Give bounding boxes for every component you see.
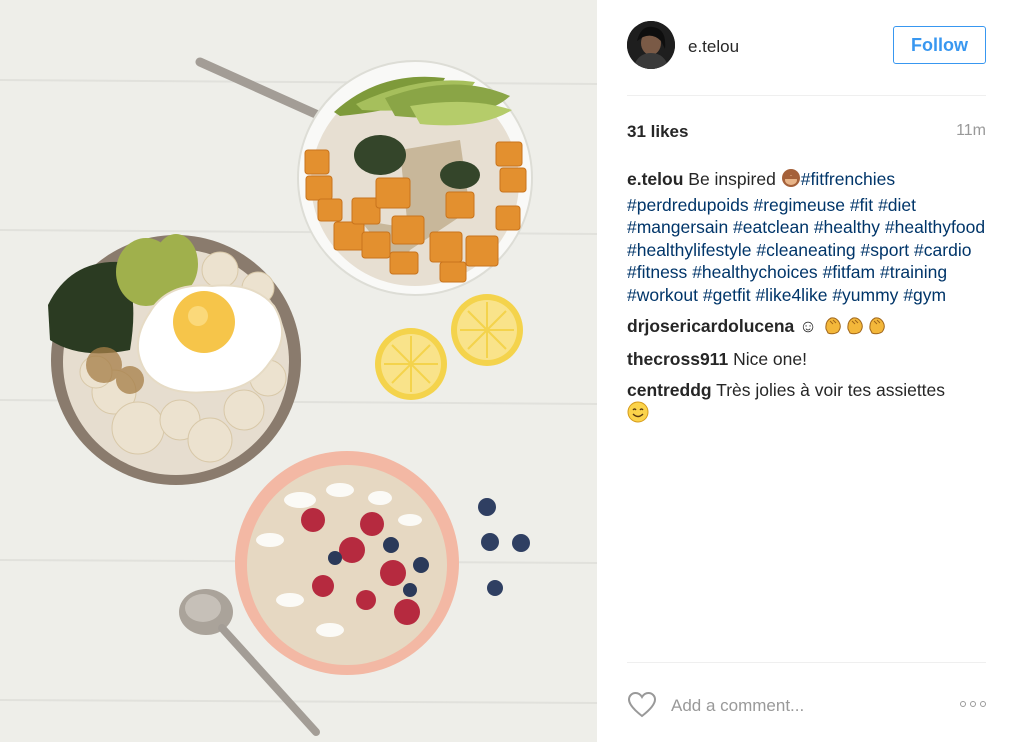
comment-text: ☺: [799, 315, 818, 336]
hashtag-link[interactable]: #fitness: [627, 262, 687, 282]
header-username[interactable]: e.telou: [688, 37, 739, 57]
post-sidebar: e.telou Follow 31 likes 11m e.telou Be i…: [597, 0, 1011, 742]
more-options-icon[interactable]: [960, 701, 986, 707]
comments-list: e.telou Be inspired #fitfrenchies #perdr…: [627, 168, 989, 437]
profile-picture: [627, 21, 675, 69]
hashtag-link[interactable]: #like4like: [755, 285, 827, 305]
comment: drjosericardolucena ☺: [627, 315, 989, 341]
caption-text: Be inspired: [688, 169, 776, 189]
hashtag-link[interactable]: #training: [880, 262, 947, 282]
hashtag-link[interactable]: #fit: [850, 195, 873, 215]
hashtag-link[interactable]: #diet: [878, 195, 916, 215]
comment: thecross911 Nice one!: [627, 348, 989, 371]
caption: e.telou Be inspired #fitfrenchies #perdr…: [627, 168, 989, 307]
likes-count[interactable]: 31 likes: [627, 122, 688, 142]
clapping-hands-icon: [844, 315, 866, 341]
avatar[interactable]: [627, 21, 675, 69]
hashtag-link[interactable]: #healthyfood: [885, 217, 985, 237]
hashtag-link[interactable]: #perdredupoids: [627, 195, 749, 215]
hashtag-link[interactable]: #eatclean: [733, 217, 809, 237]
add-comment-input[interactable]: [671, 691, 911, 721]
food-bowls-image: [0, 0, 597, 742]
hashtag-link[interactable]: #fitfam: [823, 262, 876, 282]
clapping-hands-icon: [822, 315, 844, 341]
hashtag-link[interactable]: #healthylifestyle: [627, 240, 752, 260]
comment-text: Très jolies à voir tes assiettes: [716, 379, 946, 400]
hashtag-link[interactable]: #cleaneating: [756, 240, 855, 260]
post-photo[interactable]: [0, 0, 597, 742]
caption-hashtags: #fitfrenchies #perdredupoids #regimeuse …: [627, 169, 985, 305]
hashtag-link[interactable]: #fitfrenchies: [801, 169, 895, 189]
clapping-hands-icons: [822, 316, 888, 336]
hashtag-link[interactable]: #mangersain: [627, 217, 728, 237]
comment-username[interactable]: thecross911: [627, 349, 728, 369]
smiling-face-icon: [627, 401, 649, 429]
follow-button[interactable]: Follow: [893, 26, 986, 64]
hashtag-link[interactable]: #healthy: [814, 217, 880, 237]
heart-icon[interactable]: [627, 691, 657, 723]
comment-text: Nice one!: [733, 349, 807, 370]
comment: centreddg Très jolies à voir tes assiett…: [627, 379, 989, 429]
hashtag-link[interactable]: #sport: [861, 240, 910, 260]
hashtag-link[interactable]: #yummy: [832, 285, 898, 305]
post-header: e.telou Follow: [627, 0, 986, 96]
caption-username[interactable]: e.telou: [627, 169, 683, 189]
likes-row: 31 likes 11m: [627, 122, 986, 144]
hashtag-link[interactable]: #workout: [627, 285, 698, 305]
hashtag-link[interactable]: #cardio: [914, 240, 971, 260]
hashtag-link[interactable]: #gym: [903, 285, 946, 305]
instagram-post: e.telou Follow 31 likes 11m e.telou Be i…: [0, 0, 1011, 742]
hashtag-link[interactable]: #regimeuse: [754, 195, 845, 215]
comment-username[interactable]: drjosericardolucena: [627, 316, 794, 336]
hashtag-link[interactable]: #getfit: [703, 285, 751, 305]
comment-username[interactable]: centreddg: [627, 380, 712, 400]
hashtag-link[interactable]: #healthychoices: [692, 262, 818, 282]
monkey-covering-eyes-icon: [781, 168, 801, 194]
clapping-hands-icon: [866, 315, 888, 341]
post-time[interactable]: 11m: [956, 122, 986, 140]
comment-bar: [627, 662, 986, 743]
